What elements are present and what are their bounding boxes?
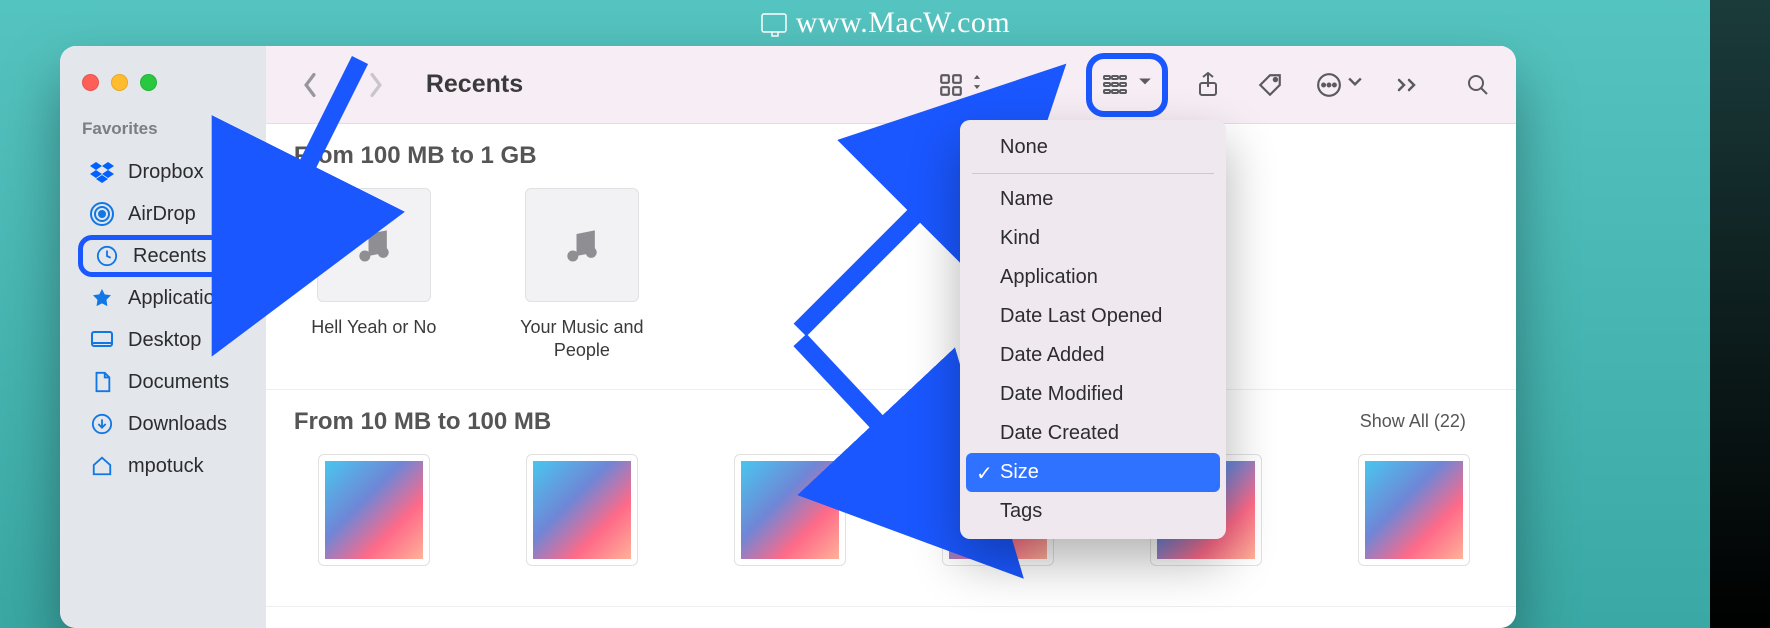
sidebar-item-label: Desktop bbox=[128, 329, 201, 352]
file-name: Your Music and People bbox=[502, 316, 662, 363]
sidebar: Favorites Dropbox AirDrop Recents Applic… bbox=[60, 46, 266, 628]
window-controls bbox=[78, 68, 248, 119]
sidebar-item-airdrop[interactable]: AirDrop bbox=[78, 193, 248, 235]
location-title: Recents bbox=[426, 70, 523, 99]
minimize-window-button[interactable] bbox=[111, 74, 128, 91]
document-icon bbox=[90, 370, 114, 394]
main-area: Recents bbox=[266, 46, 1516, 628]
sidebar-item-label: Applications bbox=[128, 287, 236, 310]
menu-item-date-created[interactable]: Date Created bbox=[966, 414, 1220, 453]
group-by-button[interactable] bbox=[1096, 63, 1158, 107]
menu-item-tags[interactable]: Tags bbox=[966, 492, 1220, 531]
file-item[interactable] bbox=[502, 454, 662, 580]
file-name: Hell Yeah or No bbox=[294, 316, 454, 339]
group-by-button-highlight bbox=[1086, 53, 1168, 117]
watermark: www.MacW.com bbox=[0, 6, 1770, 40]
group-header: From 10 MB to 100 MB bbox=[294, 408, 551, 436]
close-window-button[interactable] bbox=[82, 74, 99, 91]
group-header: From 100 MB to 1 GB bbox=[266, 124, 1516, 182]
chevron-updown-icon bbox=[970, 75, 984, 94]
image-file-icon bbox=[318, 454, 430, 566]
sidebar-item-desktop[interactable]: Desktop bbox=[78, 319, 248, 361]
home-icon bbox=[90, 454, 114, 478]
search-button[interactable] bbox=[1456, 63, 1500, 107]
menu-divider bbox=[972, 173, 1214, 174]
file-item[interactable] bbox=[710, 454, 870, 580]
file-item[interactable]: Your Music and People bbox=[502, 188, 662, 363]
sidebar-item-home[interactable]: mpotuck bbox=[78, 445, 248, 487]
share-button[interactable] bbox=[1186, 63, 1230, 107]
download-icon bbox=[90, 412, 114, 436]
view-mode-button[interactable] bbox=[932, 63, 990, 107]
sidebar-item-dropbox[interactable]: Dropbox bbox=[78, 151, 248, 193]
toolbar-overflow-button[interactable] bbox=[1386, 63, 1430, 107]
airdrop-icon bbox=[90, 202, 114, 226]
file-item[interactable] bbox=[1334, 454, 1494, 580]
finder-window: Favorites Dropbox AirDrop Recents Applic… bbox=[60, 46, 1516, 628]
sidebar-item-label: mpotuck bbox=[128, 455, 204, 478]
group-by-menu: None Name Kind Application Date Last Ope… bbox=[960, 120, 1226, 539]
sidebar-item-label: Recents bbox=[133, 245, 206, 268]
fullscreen-window-button[interactable] bbox=[140, 74, 157, 91]
content-area: From 100 MB to 1 GB Hell Yeah or No Your… bbox=[266, 124, 1516, 628]
chevron-down-icon bbox=[1348, 75, 1362, 94]
sidebar-item-recents[interactable]: Recents bbox=[78, 235, 248, 277]
sidebar-item-applications[interactable]: Applications bbox=[78, 277, 248, 319]
sidebar-item-label: Documents bbox=[128, 371, 229, 394]
sidebar-item-label: Downloads bbox=[128, 413, 227, 436]
menu-item-date-last-opened[interactable]: Date Last Opened bbox=[966, 297, 1220, 336]
sidebar-item-label: Dropbox bbox=[128, 161, 204, 184]
clock-icon bbox=[95, 244, 119, 268]
menu-item-none[interactable]: None bbox=[966, 128, 1220, 167]
image-file-icon bbox=[526, 454, 638, 566]
menu-item-date-modified[interactable]: Date Modified bbox=[966, 375, 1220, 414]
desktop-icon bbox=[90, 328, 114, 352]
group-row bbox=[266, 448, 1516, 607]
image-file-icon bbox=[734, 454, 846, 566]
sidebar-item-downloads[interactable]: Downloads bbox=[78, 403, 248, 445]
menu-item-size[interactable]: Size bbox=[966, 453, 1220, 492]
menu-item-kind[interactable]: Kind bbox=[966, 219, 1220, 258]
sidebar-item-label: AirDrop bbox=[128, 203, 196, 226]
show-all-button[interactable]: Show All (22) bbox=[1360, 411, 1494, 432]
file-item[interactable]: Hell Yeah or No bbox=[294, 188, 454, 363]
wallpaper-edge bbox=[1710, 0, 1770, 628]
audio-file-icon bbox=[525, 188, 639, 302]
sidebar-item-documents[interactable]: Documents bbox=[78, 361, 248, 403]
image-file-icon bbox=[1358, 454, 1470, 566]
menu-item-name[interactable]: Name bbox=[966, 180, 1220, 219]
dropbox-icon bbox=[90, 160, 114, 184]
sidebar-section-title: Favorites bbox=[78, 119, 248, 151]
chevron-down-icon bbox=[1138, 75, 1152, 94]
applications-icon bbox=[90, 286, 114, 310]
audio-file-icon bbox=[317, 188, 431, 302]
file-item[interactable] bbox=[294, 454, 454, 580]
nav-forward-button[interactable] bbox=[354, 63, 398, 107]
toolbar: Recents bbox=[266, 46, 1516, 124]
group-row: Hell Yeah or No Your Music and People bbox=[266, 182, 1516, 390]
menu-item-date-added[interactable]: Date Added bbox=[966, 336, 1220, 375]
tags-button[interactable] bbox=[1248, 63, 1292, 107]
actions-button[interactable] bbox=[1310, 63, 1368, 107]
nav-back-button[interactable] bbox=[288, 63, 332, 107]
menu-item-application[interactable]: Application bbox=[966, 258, 1220, 297]
